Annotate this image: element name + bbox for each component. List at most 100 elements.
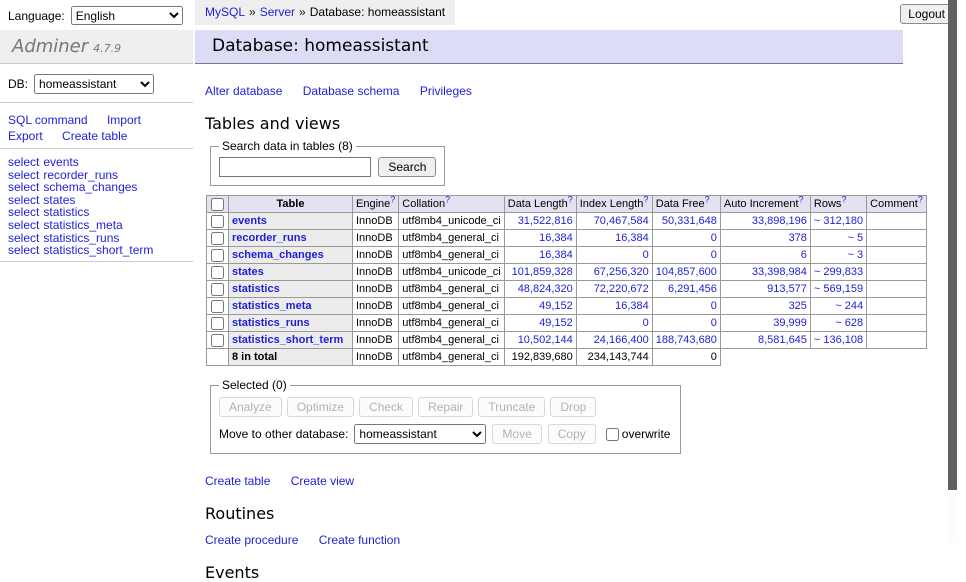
db-select[interactable]: homeassistant	[34, 74, 154, 94]
sql-command-link[interactable]: SQL command	[8, 113, 88, 127]
row-checkbox[interactable]	[211, 249, 224, 262]
create-function-link[interactable]: Create function	[319, 533, 400, 547]
table-name-link[interactable]: recorder_runs	[232, 232, 307, 244]
import-link[interactable]: Import	[107, 113, 141, 127]
truncate-button[interactable]: Truncate	[478, 397, 545, 417]
index-length-link[interactable]: 0	[643, 317, 649, 329]
analyze-button[interactable]: Analyze	[219, 397, 282, 417]
index-length-link[interactable]: 72,220,672	[594, 283, 649, 295]
index-length-link[interactable]: 16,384	[615, 232, 649, 244]
copy-button[interactable]: Copy	[548, 424, 596, 444]
create-table-link[interactable]: Create table	[205, 474, 270, 488]
search-input[interactable]	[219, 157, 371, 177]
sidebar-table-name-link[interactable]: statistics_short_term	[43, 243, 153, 257]
table-name-link[interactable]: statistics_runs	[232, 317, 310, 329]
data-free-link[interactable]: 0	[711, 300, 717, 312]
data-length-link[interactable]: 48,824,320	[518, 283, 573, 295]
data-length-link[interactable]: 31,522,816	[518, 215, 573, 227]
data-free-link[interactable]: 104,857,600	[656, 266, 717, 278]
row-checkbox[interactable]	[211, 283, 224, 296]
help-icon[interactable]: ?	[799, 196, 804, 205]
data-free-link[interactable]: 188,743,680	[656, 334, 717, 346]
search-button[interactable]: Search	[378, 157, 436, 177]
help-icon[interactable]: ?	[390, 196, 395, 205]
table-name-link[interactable]: events	[232, 215, 267, 227]
help-icon[interactable]: ?	[841, 196, 846, 205]
breadcrumb-mysql-link[interactable]: MySQL	[205, 5, 245, 19]
data-free-link[interactable]: 0	[711, 317, 717, 329]
auto-increment-link[interactable]: 6	[801, 249, 807, 261]
create-table-link-sidebar[interactable]: Create table	[62, 129, 127, 143]
row-checkbox[interactable]	[211, 300, 224, 313]
export-link[interactable]: Export	[8, 129, 43, 143]
row-checkbox[interactable]	[211, 317, 224, 330]
language-select[interactable]: English	[71, 6, 183, 25]
help-icon[interactable]: ?	[568, 196, 573, 205]
data-free-link[interactable]: 6,291,456	[668, 283, 717, 295]
rows-link[interactable]: ~ 5	[848, 232, 864, 244]
data-length-link[interactable]: 10,502,144	[518, 334, 573, 346]
move-database-select[interactable]: homeassistant	[354, 424, 486, 444]
select-all-checkbox[interactable]	[211, 198, 224, 211]
rows-link[interactable]: ~ 628	[835, 317, 863, 329]
data-length-link[interactable]: 16,384	[539, 249, 573, 261]
logout-button[interactable]: Logout	[900, 4, 953, 24]
help-icon[interactable]: ?	[643, 196, 648, 205]
data-length-link[interactable]: 16,384	[539, 232, 573, 244]
auto-increment-link[interactable]: 8,581,645	[758, 334, 807, 346]
table-name-link[interactable]: statistics_meta	[232, 300, 312, 312]
help-icon[interactable]: ?	[918, 196, 923, 205]
row-checkbox[interactable]	[211, 266, 224, 279]
data-length-link[interactable]: 101,859,328	[512, 266, 573, 278]
rows-link[interactable]: ~ 569,159	[814, 283, 863, 295]
select-table-link[interactable]: select	[8, 218, 39, 232]
alter-database-link[interactable]: Alter database	[205, 84, 282, 98]
check-button[interactable]: Check	[359, 397, 413, 417]
data-length-link[interactable]: 49,152	[539, 317, 573, 329]
table-name-link[interactable]: statistics_short_term	[232, 334, 343, 346]
row-checkbox[interactable]	[211, 334, 224, 347]
row-checkbox[interactable]	[211, 215, 224, 228]
drop-button[interactable]: Drop	[550, 397, 596, 417]
auto-increment-link[interactable]: 913,577	[767, 283, 807, 295]
create-view-link[interactable]: Create view	[291, 474, 354, 488]
data-free-link[interactable]: 0	[711, 249, 717, 261]
auto-increment-link[interactable]: 39,999	[773, 317, 807, 329]
rows-link[interactable]: ~ 312,180	[814, 215, 863, 227]
scrollbar-thumb[interactable]	[948, 0, 957, 490]
index-length-link[interactable]: 0	[643, 249, 649, 261]
table-name-link[interactable]: statistics	[232, 283, 280, 295]
index-length-link[interactable]: 70,467,584	[594, 215, 649, 227]
auto-increment-link[interactable]: 325	[789, 300, 807, 312]
help-icon[interactable]: ?	[445, 196, 450, 205]
rows-link[interactable]: ~ 3	[848, 249, 864, 261]
repair-button[interactable]: Repair	[418, 397, 473, 417]
rows-link[interactable]: ~ 299,833	[814, 266, 863, 278]
rows-link[interactable]: ~ 136,108	[814, 334, 863, 346]
select-table-link[interactable]: select	[8, 243, 39, 257]
vertical-scrollbar[interactable]	[948, 0, 957, 543]
data-length-link[interactable]: 49,152	[539, 300, 573, 312]
auto-increment-link[interactable]: 33,398,984	[752, 266, 807, 278]
rows-link[interactable]: ~ 244	[835, 300, 863, 312]
index-length-link[interactable]: 24,166,400	[594, 334, 649, 346]
database-schema-link[interactable]: Database schema	[303, 84, 400, 98]
help-icon[interactable]: ?	[705, 196, 710, 205]
data-free-link[interactable]: 0	[711, 232, 717, 244]
index-length-link[interactable]: 67,256,320	[594, 266, 649, 278]
index-length-cell: 24,166,400	[576, 332, 652, 349]
table-name-link[interactable]: schema_changes	[232, 249, 324, 261]
create-procedure-link[interactable]: Create procedure	[205, 533, 298, 547]
data-free-link[interactable]: 50,331,648	[662, 215, 717, 227]
breadcrumb-server-link[interactable]: Server	[260, 5, 295, 19]
privileges-link[interactable]: Privileges	[420, 84, 472, 98]
select-table-link[interactable]: select	[8, 155, 39, 169]
overwrite-checkbox[interactable]	[606, 428, 619, 441]
move-button[interactable]: Move	[492, 424, 541, 444]
index-length-link[interactable]: 16,384	[615, 300, 649, 312]
row-checkbox[interactable]	[211, 232, 224, 245]
auto-increment-link[interactable]: 33,898,196	[752, 215, 807, 227]
auto-increment-link[interactable]: 378	[789, 232, 807, 244]
table-name-link[interactable]: states	[232, 266, 264, 278]
optimize-button[interactable]: Optimize	[287, 397, 354, 417]
